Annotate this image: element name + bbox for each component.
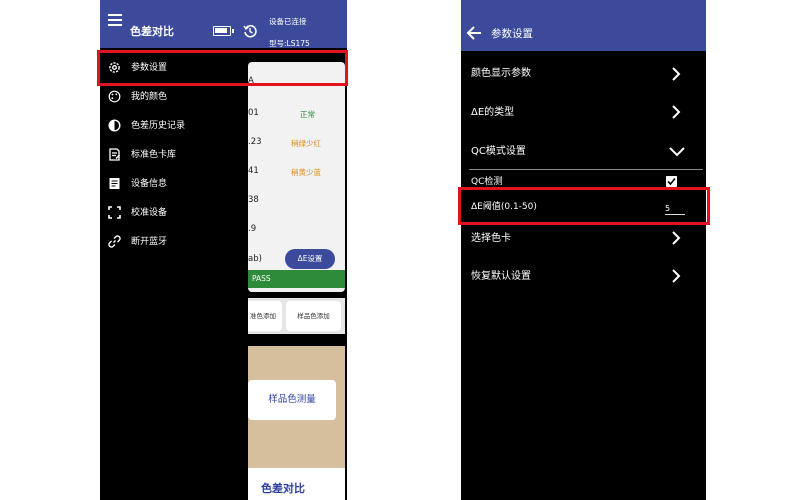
drawer-item-disconnect-bluetooth[interactable]: 断开蓝牙: [100, 229, 248, 255]
result-value: 41: [248, 166, 259, 176]
setting-color-display[interactable]: 颜色显示参数: [461, 60, 706, 88]
drawer-item-label: 色差历史记录: [131, 121, 186, 131]
chevron-right-icon: [672, 67, 681, 81]
divider: [469, 169, 703, 170]
color-compare-content: A 01 正常 .23 稍绿少红 41 稍黄少蓝 38 .9 ab) ΔE设置 …: [244, 60, 347, 500]
add-standard-button[interactable]: 准色添加: [244, 301, 282, 331]
settings-header: 参数设置: [461, 0, 706, 51]
history-icon[interactable]: [243, 24, 257, 38]
result-value: .23: [248, 137, 262, 147]
highlight-parameter-settings: [97, 50, 348, 86]
drawer-item-standard-library[interactable]: 标准色卡库: [100, 142, 248, 168]
add-buttons-row: 准色添加 样品色添加: [244, 298, 345, 334]
setting-restore-defaults[interactable]: 恢复默认设置: [461, 263, 706, 291]
palette-icon: [108, 90, 121, 103]
setting-label: QC模式设置: [471, 146, 526, 157]
result-value: 01: [248, 108, 259, 118]
drawer-item-history[interactable]: 色差历史记录: [100, 113, 248, 139]
app-title: 色差对比: [130, 25, 174, 38]
qc-checkbox[interactable]: [666, 176, 677, 187]
result-value: .9: [248, 224, 257, 234]
left-app-header: 色差对比 设备已连接 型号:LS175: [100, 0, 347, 48]
setting-qc-mode[interactable]: QC模式设置: [461, 138, 706, 166]
measure-sample-button[interactable]: 样品色测量: [248, 380, 336, 420]
connection-status: 设备已连接: [269, 17, 307, 26]
hamburger-menu-icon[interactable]: [108, 14, 122, 26]
bottom-nav-color-compare[interactable]: 色差对比: [261, 480, 305, 496]
drawer-item-label: 校准设备: [131, 208, 168, 218]
settings-title: 参数设置: [491, 28, 533, 40]
chevron-right-icon: [672, 105, 681, 119]
navigation-drawer: 参数设置 我的颜色 色差历史记录 标准色卡库 设备信息 校准设备 断开蓝牙: [100, 48, 248, 500]
bottom-nav: 色差对比: [248, 468, 345, 500]
result-tag: 稍绿少红: [291, 139, 321, 148]
right-phone-screen: 参数设置 颜色显示参数 ΔE的类型 QC模式设置 QC检测 ΔE阈值(0.1-5…: [461, 0, 706, 500]
pass-banner: PASS: [248, 270, 345, 288]
info-document-icon: [109, 178, 120, 189]
drawer-item-calibrate[interactable]: 校准设备: [100, 200, 248, 226]
setting-label: ΔE的类型: [471, 107, 515, 118]
setting-label: 颜色显示参数: [471, 68, 531, 79]
setting-select-color-card[interactable]: 选择色卡: [461, 225, 706, 253]
setting-label: 恢复默认设置: [471, 271, 531, 282]
chevron-right-icon: [672, 231, 681, 245]
setting-delta-e-type[interactable]: ΔE的类型: [461, 99, 706, 127]
result-tag: 稍黄少蓝: [291, 168, 321, 177]
sample-color-swatch: 样品色测量: [248, 346, 345, 468]
result-tag: 正常: [300, 110, 315, 119]
highlight-threshold-row: [458, 187, 710, 225]
document-edit-icon: [109, 148, 121, 161]
result-value: 38: [248, 195, 259, 205]
back-arrow-icon[interactable]: [466, 25, 482, 41]
drawer-item-my-colors[interactable]: 我的颜色: [100, 84, 248, 110]
link-icon: [108, 235, 121, 248]
drawer-item-label: 我的颜色: [131, 92, 168, 102]
device-model: 型号:LS175: [269, 39, 310, 48]
chevron-right-icon: [672, 269, 681, 283]
drawer-item-label: 断开蓝牙: [131, 237, 168, 247]
setting-label: 选择色卡: [471, 233, 511, 244]
battery-icon: [213, 26, 234, 36]
delta-e-settings-button[interactable]: ΔE设置: [285, 249, 335, 269]
corners-frame-icon: [108, 206, 121, 219]
chevron-down-icon: [669, 147, 685, 157]
result-card: A 01 正常 .23 稍绿少红 41 稍黄少蓝 38 .9 ab) ΔE设置 …: [248, 62, 345, 292]
drawer-item-device-info[interactable]: 设备信息: [100, 171, 248, 197]
drawer-item-label: 设备信息: [131, 179, 168, 189]
half-circle-icon: [108, 119, 121, 132]
add-sample-button[interactable]: 样品色添加: [286, 301, 341, 331]
result-value: ab): [248, 254, 262, 264]
drawer-item-label: 标准色卡库: [131, 150, 177, 160]
